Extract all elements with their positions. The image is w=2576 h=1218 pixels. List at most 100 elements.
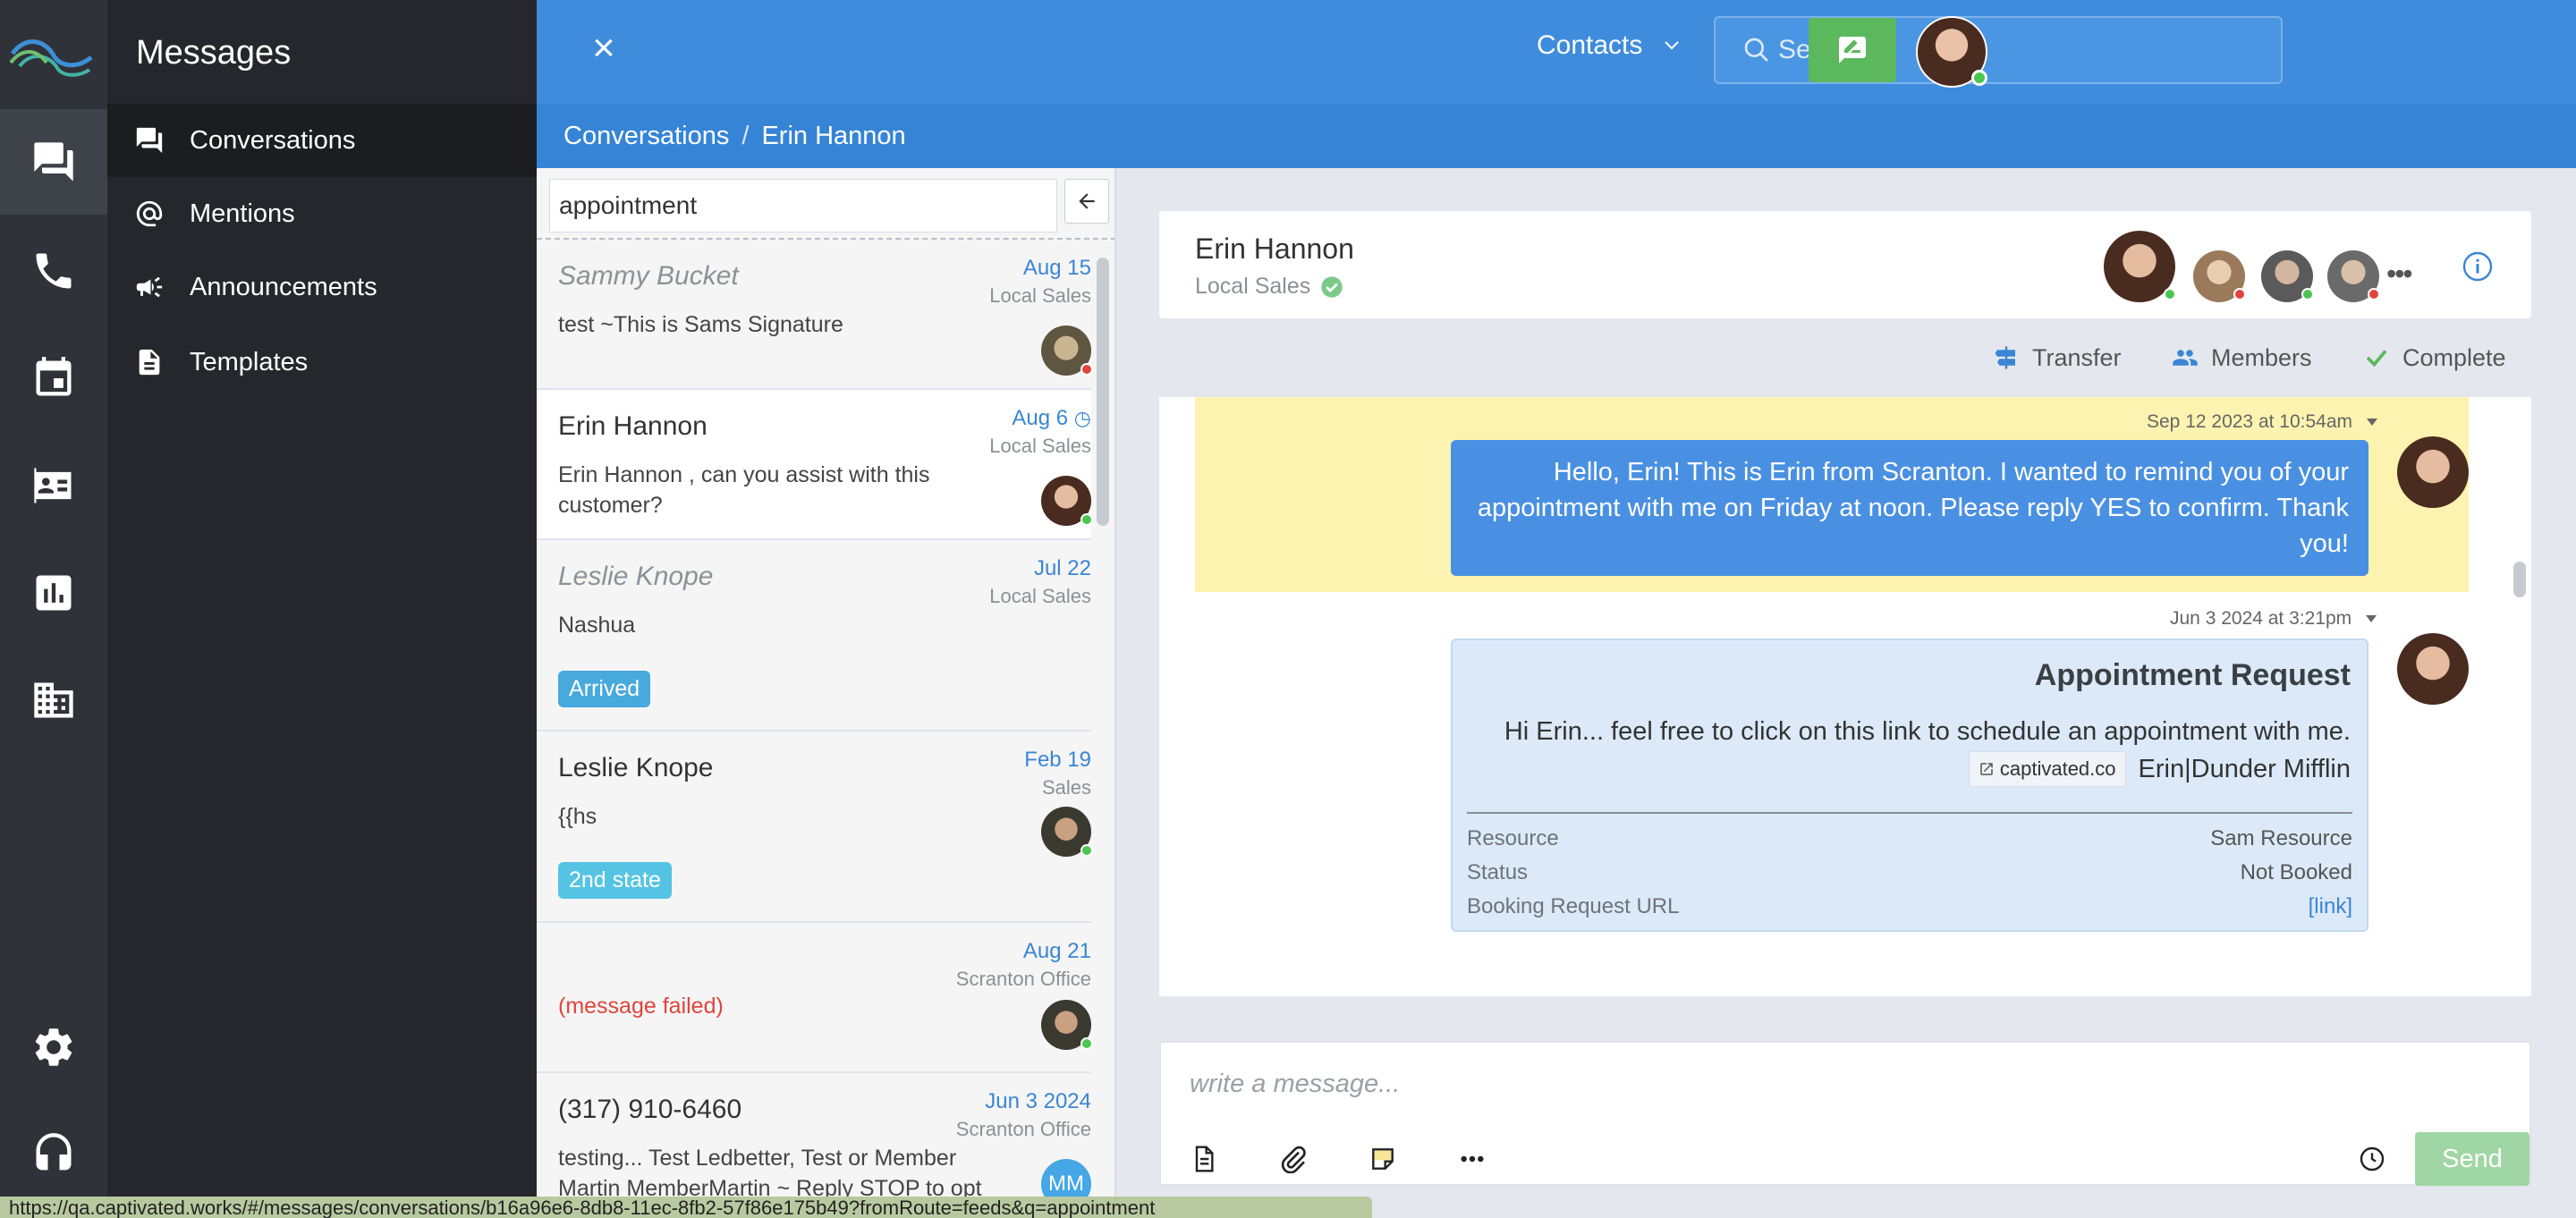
complete-button[interactable]: Complete [2363, 340, 2506, 376]
nav-item-templates[interactable]: Templates [107, 326, 537, 399]
external-link-icon [1980, 763, 1993, 775]
breadcrumb-root[interactable]: Conversations [564, 122, 729, 151]
booking-link[interactable]: [link] [2309, 894, 2352, 919]
rail-messages[interactable] [0, 109, 107, 215]
message-timestamp[interactable]: Jun 3 2024 at 3:21pm [2170, 608, 2378, 630]
appointment-request-card: Appointment Request Hi Erin... feel free… [1451, 639, 2368, 932]
search-icon [1744, 38, 1768, 62]
message-timestamp[interactable]: Sep 12 2023 at 10:54am [2147, 411, 2379, 433]
timestamp-text: Sep 12 2023 at 10:54am [2147, 411, 2353, 432]
card-row-resource: Resource Sam Resource [1467, 826, 2352, 853]
item-preview: {{hs [558, 804, 597, 829]
contact-name: Erin Hannon [558, 411, 708, 441]
list-item[interactable]: Erin Hannon Aug 6 ◷ Local Sales Erin Han… [537, 390, 1093, 540]
clear-filter-button[interactable] [1064, 179, 1109, 224]
user-avatar[interactable] [1916, 16, 1987, 88]
transfer-button[interactable]: Transfer [1993, 340, 2122, 376]
nav-item-mentions[interactable]: Mentions [107, 177, 537, 250]
members-label: Members [2211, 343, 2312, 371]
close-button[interactable]: × [581, 23, 626, 73]
compose-message-icon [1839, 37, 1866, 63]
at-icon [136, 200, 163, 227]
nav-item-conversations[interactable]: Conversations [107, 104, 537, 177]
conversation-list: Sammy Bucket Aug 15 Local Sales test ~Th… [537, 168, 1116, 1218]
members-button[interactable]: Members [2172, 340, 2312, 376]
contact-name: Sammy Bucket [558, 261, 739, 291]
member-avatar[interactable] [2327, 250, 2380, 302]
nav-title: Messages [136, 34, 292, 72]
complete-label: Complete [2402, 343, 2506, 371]
list-item[interactable]: Aug 21 Scranton Office (message failed) [537, 923, 1093, 1073]
rail-calls[interactable] [0, 218, 107, 324]
avatar [1041, 476, 1093, 526]
rail-support[interactable] [0, 1102, 107, 1207]
message-thread: Sep 12 2023 at 10:54am Hello, Erin! This… [1159, 397, 2531, 996]
send-button[interactable]: Send [2415, 1132, 2529, 1186]
note-icon[interactable] [1368, 1145, 1397, 1173]
info-icon[interactable] [2462, 250, 2494, 283]
caret-down-icon [2366, 615, 2377, 622]
template-icon[interactable] [1190, 1145, 1218, 1173]
breadcrumb-separator: / [741, 121, 750, 150]
rail-contacts[interactable] [0, 433, 107, 538]
breadcrumb: Conversations / Erin Hannon [537, 104, 2576, 168]
rail-calendar[interactable] [0, 326, 107, 431]
row-value: Sam Resource [2210, 826, 2352, 850]
message-input[interactable] [1190, 1064, 2263, 1104]
more-options-icon[interactable] [1458, 1145, 1487, 1173]
link-status-bar: https://qa.captivated.works/#/messages/c… [0, 1197, 1372, 1218]
item-date: Aug 6 ◷ [1012, 406, 1091, 431]
list-item[interactable]: Leslie Knope Feb 19 Sales {{hs 2nd state [537, 732, 1093, 923]
nav-item-label: Templates [190, 347, 309, 376]
nav-item-label: Conversations [190, 125, 356, 155]
member-avatar[interactable] [2104, 231, 2176, 302]
nav-item-label: Announcements [190, 272, 377, 301]
list-scrollbar[interactable] [1097, 258, 1109, 526]
online-indicator [1080, 1037, 1093, 1050]
new-message-button[interactable] [1809, 18, 1896, 82]
breadcrumb-current: Erin Hannon [761, 121, 906, 150]
status-badge: Arrived [558, 671, 651, 707]
attachment-icon[interactable] [1279, 1145, 1308, 1173]
members-icon [2173, 350, 2198, 366]
avatar [1041, 326, 1093, 376]
conversation-name: Erin Hannon [1195, 233, 1354, 265]
row-label: Booking Request URL [1467, 894, 1680, 918]
filter-input[interactable] [550, 180, 1056, 232]
member-avatar[interactable] [2193, 250, 2246, 302]
list-item[interactable]: Leslie Knope Jul 22 Local Sales Nashua A… [537, 540, 1091, 732]
schedule-clock-icon[interactable] [2358, 1145, 2386, 1173]
building-icon [34, 682, 73, 718]
item-team: Scranton Office [955, 1118, 1091, 1140]
offline-indicator [1080, 363, 1093, 376]
nav-item-announcements[interactable]: Announcements [107, 250, 537, 324]
link-chip[interactable]: captivated.co [1968, 751, 2126, 787]
contacts-dropdown[interactable]: Contacts [1537, 30, 1680, 61]
document-icon [139, 349, 160, 376]
scroll-thumb[interactable] [2513, 562, 2526, 597]
item-date-text: Aug 6 [1012, 406, 1069, 430]
member-avatar[interactable] [2261, 250, 2314, 302]
item-preview: (message failed) [558, 994, 724, 1019]
item-preview: testing... Test Ledbetter, Test or Membe… [558, 1146, 982, 1201]
app-logo[interactable] [7, 27, 97, 89]
conversation-filter[interactable] [549, 179, 1057, 233]
global-search[interactable] [1714, 16, 2283, 84]
more-members-button[interactable]: ••• [2386, 258, 2413, 291]
item-team: Sales [1041, 776, 1091, 799]
card-title: Appointment Request [2034, 658, 2351, 692]
item-team: Scranton Office [955, 968, 1091, 990]
rail-settings[interactable] [0, 994, 107, 1100]
row-value: Not Booked [2240, 860, 2352, 884]
sender-avatar [2397, 633, 2469, 705]
thread-scrollbar[interactable] [2508, 397, 2531, 996]
transfer-label: Transfer [2032, 343, 2122, 371]
item-team: Local Sales [989, 284, 1091, 307]
caret-down-icon [2367, 419, 2378, 426]
online-indicator [2164, 288, 2176, 300]
rail-organization[interactable] [0, 647, 107, 753]
status-badge: 2nd state [558, 862, 672, 899]
rail-reports[interactable] [0, 540, 107, 646]
list-item[interactable]: Sammy Bucket Aug 15 Local Sales test ~Th… [537, 240, 1093, 390]
item-date: Jun 3 2024 [985, 1089, 1091, 1113]
